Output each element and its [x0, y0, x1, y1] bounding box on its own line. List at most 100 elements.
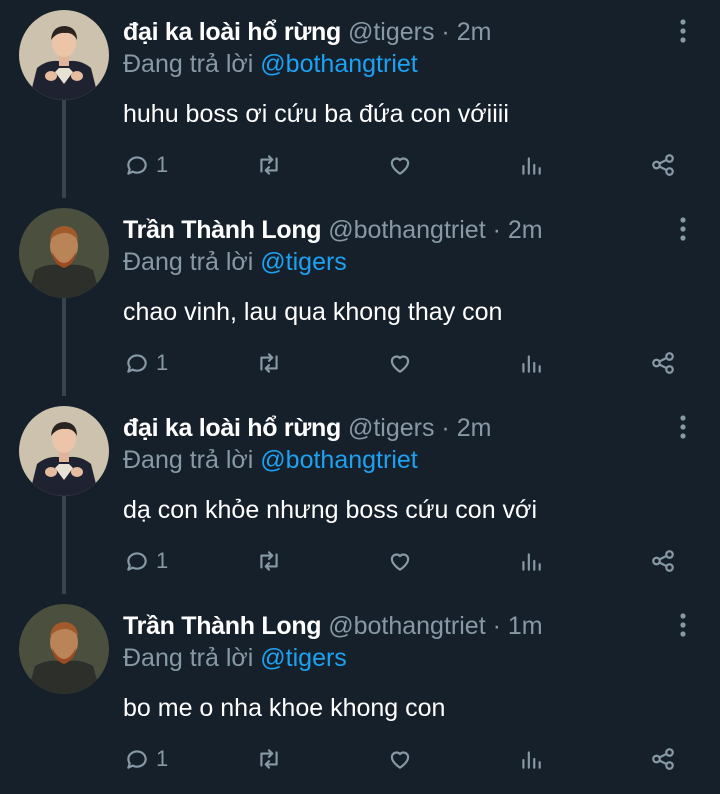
- user-handle[interactable]: @tigers: [348, 18, 435, 46]
- replying-to-line: Đang trả lời @tigers: [123, 244, 347, 280]
- avatar[interactable]: [19, 208, 109, 298]
- analytics-icon: [522, 157, 541, 175]
- user-handle[interactable]: @bothangtriet: [328, 216, 485, 244]
- avatar[interactable]: [19, 10, 109, 100]
- tweet-header: Trần Thành Long @bothangtriet · 1m: [123, 608, 660, 644]
- like-button[interactable]: [387, 343, 413, 383]
- analytics-icon: [522, 553, 541, 571]
- reply-button[interactable]: 1: [124, 343, 168, 383]
- retweet-button[interactable]: [256, 145, 282, 185]
- retweet-icon: [260, 551, 278, 571]
- tweet[interactable]: đại ka loài hổ rừng @tigers · 2m Đang tr…: [0, 396, 720, 594]
- share-button[interactable]: [650, 343, 676, 383]
- tweet[interactable]: Trần Thành Long @bothangtriet · 1m Đang …: [0, 594, 720, 792]
- replying-to-label: Đang trả lời: [123, 644, 254, 672]
- analytics-icon: [522, 355, 541, 373]
- more-options-icon[interactable]: [672, 412, 694, 442]
- tweet-header: đại ka loài hổ rừng @tigers · 2m: [123, 14, 660, 50]
- replying-to-label: Đang trả lời: [123, 248, 254, 276]
- analytics-button[interactable]: [518, 343, 544, 383]
- replying-to-line: Đang trả lời @bothangtriet: [123, 442, 418, 478]
- replying-to-label: Đang trả lời: [123, 446, 254, 474]
- reply-thread: đại ka loài hổ rừng @tigers · 2m Đang tr…: [0, 0, 720, 794]
- analytics-button[interactable]: [518, 145, 544, 185]
- replying-to-line: Đang trả lời @tigers: [123, 640, 347, 676]
- reply-icon: [127, 156, 147, 175]
- analytics-button[interactable]: [518, 541, 544, 581]
- retweet-icon: [260, 749, 278, 769]
- reply-count: 1: [156, 746, 169, 771]
- separator-dot: ·: [441, 18, 450, 46]
- reply-count: 1: [156, 548, 169, 573]
- like-button[interactable]: [387, 145, 413, 185]
- more-options-icon[interactable]: [672, 610, 694, 640]
- display-name[interactable]: đại ka loài hổ rừng: [123, 414, 341, 442]
- mention-link[interactable]: @tigers: [260, 248, 347, 276]
- heart-icon: [390, 157, 410, 175]
- reply-count: 1: [156, 152, 169, 177]
- painting-portrait-avatar-icon: [19, 208, 109, 298]
- tweet-actions: 1: [0, 343, 720, 383]
- tweet-text: dạ con khỏe nhưng boss cứu con với: [123, 496, 538, 524]
- timestamp[interactable]: 2m: [508, 216, 543, 244]
- retweet-button[interactable]: [256, 739, 282, 779]
- heart-icon: [390, 355, 410, 373]
- tweet-actions: 1: [0, 739, 720, 779]
- user-handle[interactable]: @bothangtriet: [328, 612, 485, 640]
- replying-to-label: Đang trả lời: [123, 50, 254, 78]
- display-name[interactable]: Trần Thành Long: [123, 216, 322, 244]
- timestamp[interactable]: 1m: [508, 612, 543, 640]
- painting-portrait-avatar-icon: [19, 604, 109, 694]
- analytics-icon: [522, 751, 541, 769]
- share-icon: [652, 154, 674, 176]
- tweet-header: Trần Thành Long @bothangtriet · 2m: [123, 212, 660, 248]
- like-button[interactable]: [387, 739, 413, 779]
- share-icon: [652, 550, 674, 572]
- reply-button[interactable]: 1: [124, 541, 168, 581]
- analytics-button[interactable]: [518, 739, 544, 779]
- tweet-text: huhu boss ơi cứu ba đứa con vớiiii: [123, 100, 509, 128]
- heart-icon: [390, 751, 410, 769]
- retweet-button[interactable]: [256, 343, 282, 383]
- reply-count: 1: [156, 350, 169, 375]
- timestamp[interactable]: 2m: [457, 18, 492, 46]
- separator-dot: ·: [492, 216, 501, 244]
- reply-icon: [127, 750, 147, 769]
- tweet-header: đại ka loài hổ rừng @tigers · 2m: [123, 410, 660, 446]
- mention-link[interactable]: @bothangtriet: [260, 50, 417, 78]
- tweet[interactable]: đại ka loài hổ rừng @tigers · 2m Đang tr…: [0, 0, 720, 198]
- reply-button[interactable]: 1: [124, 145, 168, 185]
- young-man-avatar-icon: [19, 406, 109, 496]
- timestamp[interactable]: 2m: [457, 414, 492, 442]
- replying-to-line: Đang trả lời @bothangtriet: [123, 46, 418, 82]
- reply-icon: [127, 552, 147, 571]
- heart-icon: [390, 553, 410, 571]
- young-man-avatar-icon: [19, 10, 109, 100]
- share-icon: [652, 352, 674, 374]
- reply-button[interactable]: 1: [124, 739, 168, 779]
- retweet-button[interactable]: [256, 541, 282, 581]
- retweet-icon: [260, 353, 278, 373]
- share-button[interactable]: [650, 145, 676, 185]
- separator-dot: ·: [441, 414, 450, 442]
- like-button[interactable]: [387, 541, 413, 581]
- share-button[interactable]: [650, 541, 676, 581]
- user-handle[interactable]: @tigers: [348, 414, 435, 442]
- retweet-icon: [260, 155, 278, 175]
- share-button[interactable]: [650, 739, 676, 779]
- share-icon: [652, 748, 674, 770]
- reply-icon: [127, 354, 147, 373]
- mention-link[interactable]: @tigers: [260, 644, 347, 672]
- tweet-actions: 1: [0, 541, 720, 581]
- avatar[interactable]: [19, 604, 109, 694]
- more-options-icon[interactable]: [672, 214, 694, 244]
- tweet[interactable]: Trần Thành Long @bothangtriet · 2m Đang …: [0, 198, 720, 396]
- display-name[interactable]: Trần Thành Long: [123, 612, 322, 640]
- separator-dot: ·: [492, 612, 501, 640]
- tweet-text: chao vinh, lau qua khong thay con: [123, 298, 503, 326]
- mention-link[interactable]: @bothangtriet: [260, 446, 417, 474]
- avatar[interactable]: [19, 406, 109, 496]
- display-name[interactable]: đại ka loài hổ rừng: [123, 18, 341, 46]
- more-options-icon[interactable]: [672, 16, 694, 46]
- tweet-actions: 1: [0, 145, 720, 185]
